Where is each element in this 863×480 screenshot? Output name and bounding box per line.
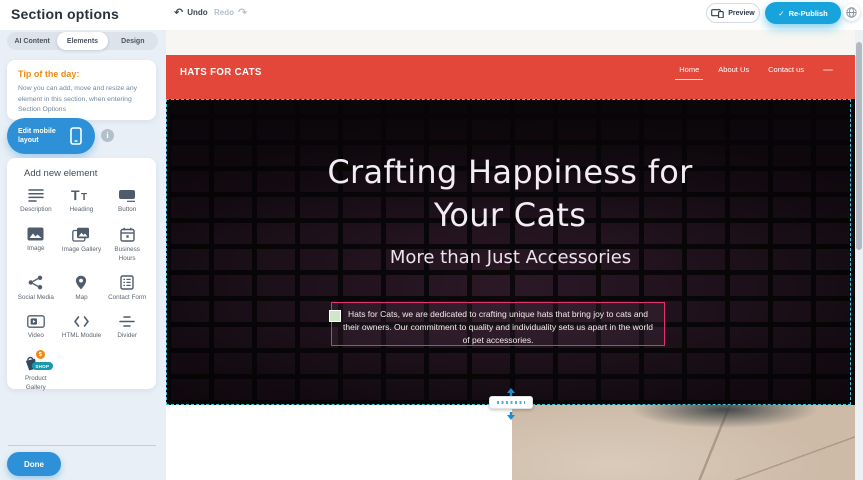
element-label: Business Hours	[106, 246, 148, 264]
add-new-element-card: Add new element Description T T Heading	[7, 158, 156, 389]
description-icon	[28, 188, 44, 202]
element-label: HTML Module	[62, 332, 101, 341]
devices-icon	[711, 9, 724, 18]
edit-mobile-label: Edit mobile layout	[18, 127, 70, 145]
element-label: Image	[27, 245, 45, 254]
hero-section[interactable]: Crafting Happiness for Your Cats More th…	[166, 99, 855, 405]
republish-button[interactable]: ✓ Re-Publish	[765, 2, 841, 24]
element-grid: Description T T Heading Button	[13, 188, 150, 393]
preview-scrollbar-thumb[interactable]	[856, 42, 862, 250]
button-icon	[118, 188, 136, 202]
element-label: Button	[118, 206, 136, 215]
element-social-media[interactable]: Social Media	[13, 275, 59, 303]
map-pin-icon	[75, 275, 87, 290]
heading-icon: T T	[71, 188, 91, 202]
element-divider[interactable]: Divider	[104, 315, 150, 341]
resize-arrow-down-icon	[505, 412, 517, 420]
social-media-icon	[28, 275, 43, 290]
section-resize-control	[487, 388, 535, 422]
preview-label: Preview	[728, 10, 754, 17]
nav-home[interactable]: Home	[679, 65, 699, 80]
element-image[interactable]: Image	[13, 227, 59, 264]
hero-paragraph-selected[interactable]: Hats for Cats, we are dedicated to craft…	[331, 302, 665, 346]
divider-icon	[119, 315, 135, 328]
site-header: HATS FOR CATS Home About Us Contact us	[166, 55, 855, 99]
section-resize-handle[interactable]	[489, 396, 533, 409]
phone-icon	[70, 127, 82, 145]
nav-more-icon[interactable]	[823, 69, 833, 71]
redo-icon: ↷	[238, 7, 247, 18]
resize-grip-dots	[497, 401, 525, 404]
element-html-module[interactable]: HTML Module	[59, 315, 105, 341]
panel-tabs: AI Content Elements Design	[7, 32, 158, 50]
language-globe-button[interactable]	[843, 4, 860, 21]
info-icon[interactable]: i	[101, 129, 114, 142]
product-gallery-icon: SHOP $	[23, 353, 49, 371]
undo-icon: ↶	[174, 7, 183, 18]
hero-heading[interactable]: Crafting Happiness for Your Cats	[300, 151, 720, 237]
video-icon	[27, 315, 45, 328]
element-label: Heading	[70, 206, 93, 215]
next-section-image	[512, 405, 855, 480]
top-bar: Section options ↶ Undo Redo ↷ Preview ✓ …	[0, 0, 863, 30]
next-section-content	[166, 405, 512, 480]
hero-subheading[interactable]: More than Just Accessories	[166, 247, 855, 268]
contact-form-icon	[120, 275, 134, 290]
business-hours-icon	[120, 227, 135, 242]
section-options-panel: AI Content Elements Design Tip of the da…	[0, 28, 166, 480]
element-business-hours[interactable]: Business Hours	[104, 227, 150, 264]
shop-badge: SHOP	[32, 362, 53, 370]
tab-ai-content[interactable]: AI Content	[7, 32, 57, 50]
element-drag-handle[interactable]	[329, 310, 341, 322]
site-logo[interactable]: HATS FOR CATS	[180, 66, 262, 78]
element-product-gallery[interactable]: SHOP $ Product Gallery	[13, 353, 59, 393]
tab-elements[interactable]: Elements	[57, 32, 107, 50]
globe-icon	[846, 7, 857, 18]
browser-address-bar: n1566589.websitebuilder.online/ GET YOUR…	[166, 30, 863, 55]
element-heading[interactable]: T T Heading	[59, 188, 105, 215]
republish-label: Re-Publish	[789, 9, 828, 18]
add-element-title: Add new element	[24, 168, 150, 179]
svg-text:T: T	[71, 188, 80, 202]
element-label: Divider	[117, 332, 137, 341]
undo-button[interactable]: ↶ Undo	[174, 7, 208, 18]
panel-divider	[8, 445, 156, 446]
site-nav: Home About Us Contact us	[679, 65, 833, 80]
image-icon	[27, 227, 44, 241]
element-image-gallery[interactable]: Image Gallery	[59, 227, 105, 264]
element-contact-form[interactable]: Contact Form	[104, 275, 150, 303]
element-label: Map	[75, 294, 87, 303]
resize-arrow-up-icon	[505, 388, 517, 396]
page-title: Section options	[11, 6, 119, 22]
redo-label: Redo	[214, 8, 234, 17]
tab-design[interactable]: Design	[108, 32, 158, 50]
preview-button[interactable]: Preview	[706, 3, 760, 23]
element-label: Image Gallery	[62, 246, 101, 255]
element-button[interactable]: Button	[104, 188, 150, 215]
element-label: Product Gallery	[15, 375, 57, 393]
redo-button[interactable]: Redo ↷	[214, 7, 247, 18]
done-button[interactable]: Done	[7, 452, 61, 476]
html-module-icon	[73, 315, 90, 328]
undo-label: Undo	[187, 8, 207, 17]
check-icon: ✓	[778, 9, 784, 18]
element-label: Description	[20, 206, 52, 215]
image-gallery-icon	[72, 227, 90, 242]
element-video[interactable]: Video	[13, 315, 59, 341]
svg-text:T: T	[81, 192, 87, 202]
element-description[interactable]: Description	[13, 188, 59, 215]
element-label: Video	[28, 332, 44, 341]
tip-of-the-day-card: Tip of the day: Now you can add, move an…	[7, 60, 156, 120]
element-map[interactable]: Map	[59, 275, 105, 303]
element-label: Social Media	[18, 294, 54, 303]
nav-contact-us[interactable]: Contact us	[768, 65, 804, 80]
new-badge-dot: $	[36, 350, 45, 359]
nav-about-us[interactable]: About Us	[718, 65, 749, 80]
edit-mobile-layout-button[interactable]: Edit mobile layout	[7, 118, 95, 154]
element-label: Contact Form	[108, 294, 146, 303]
tip-title: Tip of the day:	[18, 69, 145, 79]
tip-body: Now you can add, move and resize any ele…	[18, 84, 145, 116]
